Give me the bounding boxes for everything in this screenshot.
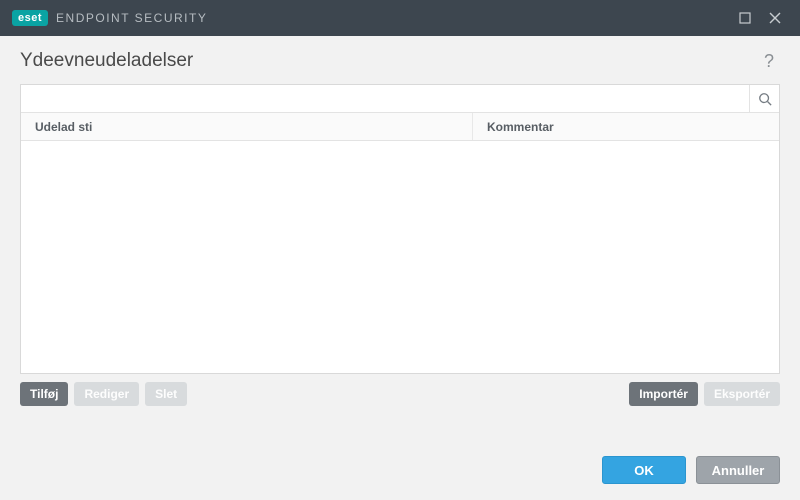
table-header: Udelad sti Kommentar — [21, 113, 779, 141]
search-icon — [758, 92, 772, 106]
page-header: Ydeevneudeladelser ? — [20, 50, 780, 72]
content-area: Ydeevneudeladelser ? Udelad sti Kommenta… — [0, 36, 800, 500]
add-button[interactable]: Tilføj — [20, 382, 68, 406]
table-body[interactable] — [21, 141, 779, 373]
close-icon — [769, 12, 781, 24]
export-button: Eksportér — [704, 382, 780, 406]
titlebar: eset ENDPOINT SECURITY — [0, 0, 800, 36]
brand-badge: eset — [12, 10, 48, 26]
row-actions: Tilføj Rediger Slet Importér Eksportér — [20, 382, 780, 406]
column-header-comment[interactable]: Kommentar — [473, 113, 779, 140]
exclusions-panel: Udelad sti Kommentar — [20, 84, 780, 374]
page-title: Ydeevneudeladelser — [20, 50, 193, 72]
window-close-button[interactable] — [760, 4, 790, 32]
minimize-icon — [739, 12, 751, 24]
cancel-button[interactable]: Annuller — [696, 456, 780, 484]
search-row — [21, 85, 779, 113]
ok-button[interactable]: OK — [602, 456, 686, 484]
search-button[interactable] — [749, 85, 779, 112]
help-icon: ? — [764, 51, 774, 72]
window-minimize-button[interactable] — [730, 4, 760, 32]
brand-name: ENDPOINT SECURITY — [56, 11, 207, 25]
import-button[interactable]: Importér — [629, 382, 698, 406]
dialog-footer: OK Annuller — [20, 432, 780, 484]
search-input[interactable] — [21, 85, 749, 112]
help-button[interactable]: ? — [758, 50, 780, 72]
column-header-path[interactable]: Udelad sti — [21, 113, 473, 140]
delete-button: Slet — [145, 382, 187, 406]
edit-button: Rediger — [74, 382, 139, 406]
